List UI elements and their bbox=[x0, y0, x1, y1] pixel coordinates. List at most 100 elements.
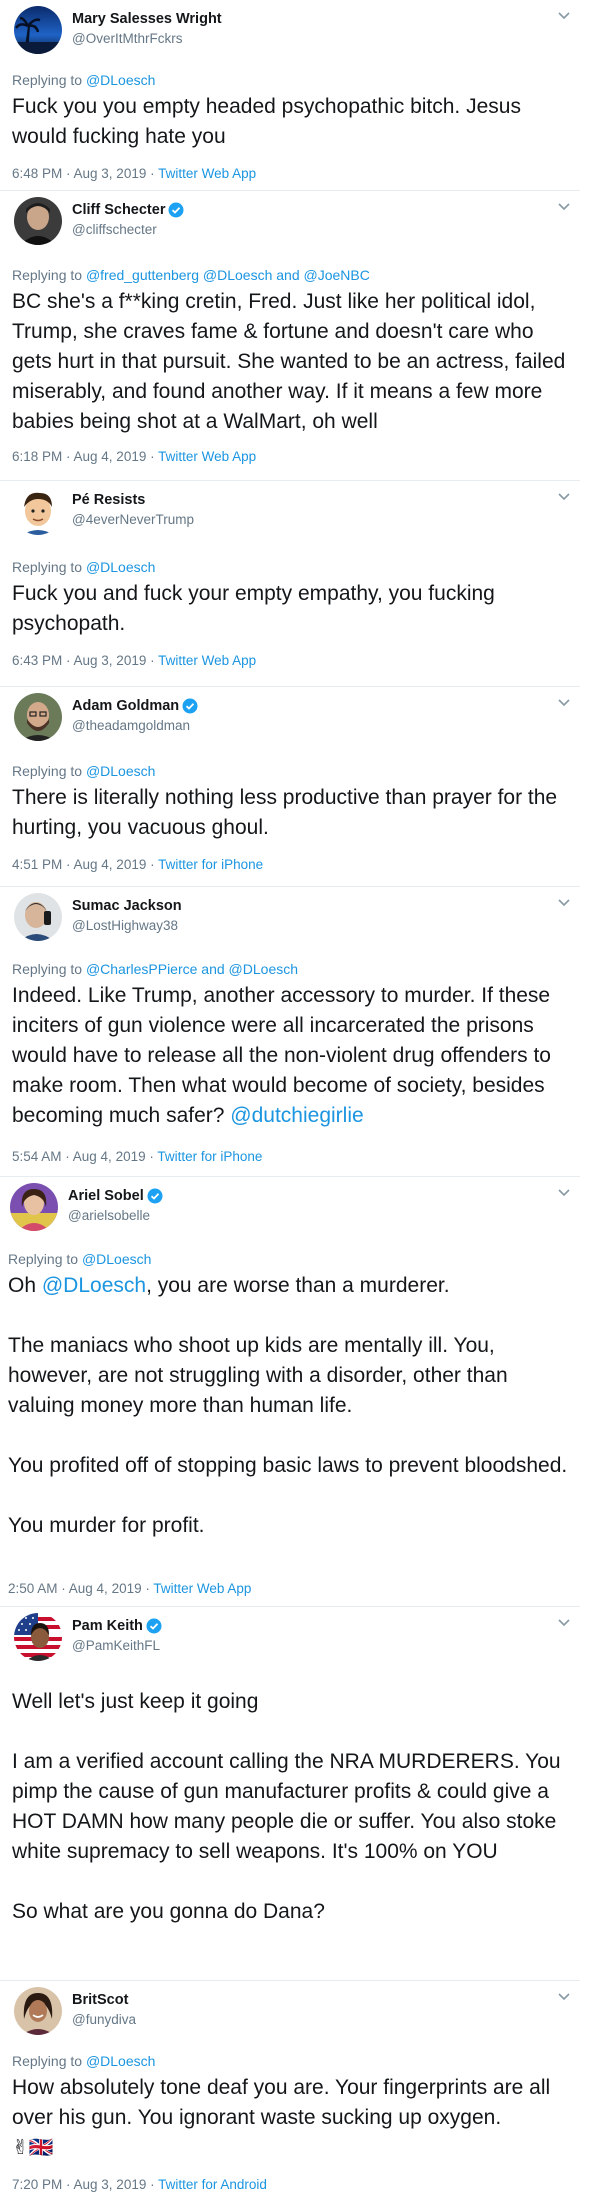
avatar[interactable] bbox=[14, 6, 62, 54]
reply-mention-link[interactable]: @CharlesPPierce and @DLoesch bbox=[86, 961, 298, 977]
tweet-meta: 4:51 PM · Aug 4, 2019 · Twitter for iPho… bbox=[12, 857, 263, 872]
chevron-down-icon[interactable] bbox=[556, 695, 572, 711]
timestamp[interactable]: 7:20 PM · Aug 3, 2019 · bbox=[12, 2177, 158, 2192]
tweet-meta: 2:50 AM · Aug 4, 2019 · Twitter Web App bbox=[8, 1581, 251, 1596]
woman-colorful-avatar-image bbox=[10, 1183, 58, 1231]
user-handle[interactable]: @theadamgoldman bbox=[72, 718, 198, 733]
tweet-card[interactable]: BritScot @funydiva Replying to @DLoesch … bbox=[0, 1980, 580, 2202]
avatar[interactable] bbox=[14, 1987, 62, 2035]
tweet-card[interactable]: Sumac Jackson @LostHighway38 Replying to… bbox=[0, 886, 580, 1176]
timestamp[interactable]: 6:43 PM · Aug 3, 2019 · bbox=[12, 653, 158, 668]
tweet-text-body: , you are worse than a murderer. The man… bbox=[8, 1274, 568, 1537]
avatar[interactable] bbox=[10, 1183, 58, 1231]
display-name[interactable]: Mary Salesses Wright bbox=[72, 11, 222, 27]
tweet-card[interactable]: Pé Resists @4everNeverTrump Replying to … bbox=[0, 480, 580, 686]
timestamp[interactable]: 5:54 AM · Aug 4, 2019 · bbox=[12, 1149, 157, 1164]
verified-badge-icon bbox=[182, 698, 198, 714]
tweet-meta: 6:48 PM · Aug 3, 2019 · Twitter Web App bbox=[12, 166, 256, 181]
chevron-down-icon[interactable] bbox=[556, 8, 572, 24]
chevron-down-icon[interactable] bbox=[556, 1989, 572, 2005]
avatar[interactable] bbox=[14, 1613, 62, 1661]
user-handle[interactable]: @PamKeithFL bbox=[72, 1638, 162, 1653]
display-name[interactable]: Pam Keith bbox=[72, 1618, 143, 1634]
tweet-card[interactable]: Adam Goldman @theadamgoldman Replying to… bbox=[0, 686, 580, 886]
flag-woman-avatar-image bbox=[14, 1613, 62, 1661]
tweet-text-prefix: Oh bbox=[8, 1274, 42, 1297]
display-name[interactable]: BritScot bbox=[72, 1992, 128, 2008]
tweet-card[interactable]: Pam Keith @PamKeithFL Well let's just ke… bbox=[0, 1606, 580, 1980]
reply-mention-link[interactable]: @DLoesch bbox=[86, 72, 155, 88]
tweet-mention-link[interactable]: @dutchiegirlie bbox=[230, 1104, 363, 1127]
source-link[interactable]: Twitter Web App bbox=[158, 653, 256, 668]
replying-to-label: Replying to bbox=[8, 1251, 82, 1267]
tweet-card[interactable]: Mary Salesses Wright @OverItMthrFckrs Re… bbox=[0, 0, 580, 190]
timestamp[interactable]: 4:51 PM · Aug 4, 2019 · bbox=[12, 857, 158, 872]
tweet-meta: 6:43 PM · Aug 3, 2019 · Twitter Web App bbox=[12, 653, 256, 668]
chevron-down-icon[interactable] bbox=[556, 199, 572, 215]
display-name[interactable]: Cliff Schecter bbox=[72, 202, 165, 218]
source-link[interactable]: Twitter Web App bbox=[153, 1581, 251, 1596]
tweet-mention-link[interactable]: @DLoesch bbox=[42, 1274, 146, 1297]
tweet-meta: 7:20 PM · Aug 3, 2019 · Twitter for Andr… bbox=[12, 2177, 267, 2192]
emoji-row: ✌🇬🇧 bbox=[12, 2137, 54, 2159]
tweet-card[interactable]: Cliff Schecter @cliffschecter Replying t… bbox=[0, 190, 580, 480]
display-name[interactable]: Adam Goldman bbox=[72, 698, 179, 714]
reply-mention-link[interactable]: @DLoesch bbox=[86, 763, 155, 779]
avatar[interactable] bbox=[14, 487, 62, 535]
user-handle[interactable]: @cliffschecter bbox=[72, 222, 184, 237]
replying-to-label: Replying to bbox=[12, 267, 86, 283]
verified-badge-icon bbox=[168, 202, 184, 218]
source-link[interactable]: Twitter for iPhone bbox=[158, 857, 263, 872]
replying-to-label: Replying to bbox=[12, 559, 86, 575]
replying-to-line: Replying to @DLoesch bbox=[12, 72, 155, 88]
replying-to-line: Replying to @DLoesch bbox=[12, 2053, 155, 2069]
timestamp[interactable]: 6:48 PM · Aug 3, 2019 · bbox=[12, 166, 158, 181]
tweet-text: Well let's just keep it going I am a ver… bbox=[12, 1690, 561, 1923]
replying-to-line: Replying to @DLoesch bbox=[12, 559, 155, 575]
beach-sunset-avatar-image bbox=[14, 6, 62, 54]
man-portrait-avatar-image bbox=[14, 197, 62, 245]
avatar[interactable] bbox=[14, 693, 62, 741]
tweet-text: Indeed. Like Trump, another accessory to… bbox=[12, 981, 570, 1131]
replying-to-line: Replying to @DLoesch bbox=[12, 763, 155, 779]
replying-to-line: Replying to @DLoesch bbox=[8, 1251, 151, 1267]
reply-mention-link[interactable]: @DLoesch bbox=[86, 559, 155, 575]
replying-to-line: Replying to @fred_guttenberg @DLoesch an… bbox=[12, 267, 370, 283]
replying-to-label: Replying to bbox=[12, 2053, 86, 2069]
reply-mention-link[interactable]: @DLoesch bbox=[82, 1251, 151, 1267]
display-name[interactable]: Pé Resists bbox=[72, 492, 145, 508]
user-handle[interactable]: @arielsobelle bbox=[68, 1208, 163, 1223]
tweet-feed: Mary Salesses Wright @OverItMthrFckrs Re… bbox=[0, 0, 594, 2202]
user-handle[interactable]: @funydiva bbox=[72, 2012, 136, 2027]
replying-to-label: Replying to bbox=[12, 961, 86, 977]
chevron-down-icon[interactable] bbox=[556, 1185, 572, 1201]
source-link[interactable]: Twitter for Android bbox=[158, 2177, 267, 2192]
chevron-down-icon[interactable] bbox=[556, 489, 572, 505]
chevron-down-icon[interactable] bbox=[556, 1615, 572, 1631]
tweet-text: Fuck you you empty headed psychopathic b… bbox=[12, 95, 527, 148]
verified-badge-icon bbox=[146, 1618, 162, 1634]
smiling-woman-avatar-image bbox=[14, 1987, 62, 2035]
user-handle[interactable]: @OverItMthrFckrs bbox=[72, 31, 222, 46]
source-link[interactable]: Twitter Web App bbox=[158, 449, 256, 464]
man-with-phone-avatar-image bbox=[14, 893, 62, 941]
chevron-down-icon[interactable] bbox=[556, 895, 572, 911]
user-handle[interactable]: @LostHighway38 bbox=[72, 918, 182, 933]
reply-mention-link[interactable]: @fred_guttenberg @DLoesch and @JoeNBC bbox=[86, 267, 370, 283]
source-link[interactable]: Twitter Web App bbox=[158, 166, 256, 181]
tweet-text: How absolutely tone deaf you are. Your f… bbox=[12, 2073, 570, 2163]
avatar[interactable] bbox=[14, 893, 62, 941]
display-name[interactable]: Sumac Jackson bbox=[72, 898, 182, 914]
tweet-card[interactable]: Ariel Sobel @arielsobelle Replying to @D… bbox=[0, 1176, 580, 1606]
avatar[interactable] bbox=[14, 197, 62, 245]
user-handle[interactable]: @4everNeverTrump bbox=[72, 512, 194, 527]
timestamp[interactable]: 6:18 PM · Aug 4, 2019 · bbox=[12, 449, 158, 464]
source-link[interactable]: Twitter for iPhone bbox=[157, 1149, 262, 1164]
tweet-meta: 6:18 PM · Aug 4, 2019 · Twitter Web App bbox=[12, 449, 256, 464]
reply-mention-link[interactable]: @DLoesch bbox=[86, 2053, 155, 2069]
timestamp[interactable]: 2:50 AM · Aug 4, 2019 · bbox=[8, 1581, 153, 1596]
display-name[interactable]: Ariel Sobel bbox=[68, 1188, 144, 1204]
replying-to-label: Replying to bbox=[12, 763, 86, 779]
verified-badge-icon bbox=[147, 1188, 163, 1204]
replying-to-line: Replying to @CharlesPPierce and @DLoesch bbox=[12, 961, 298, 977]
